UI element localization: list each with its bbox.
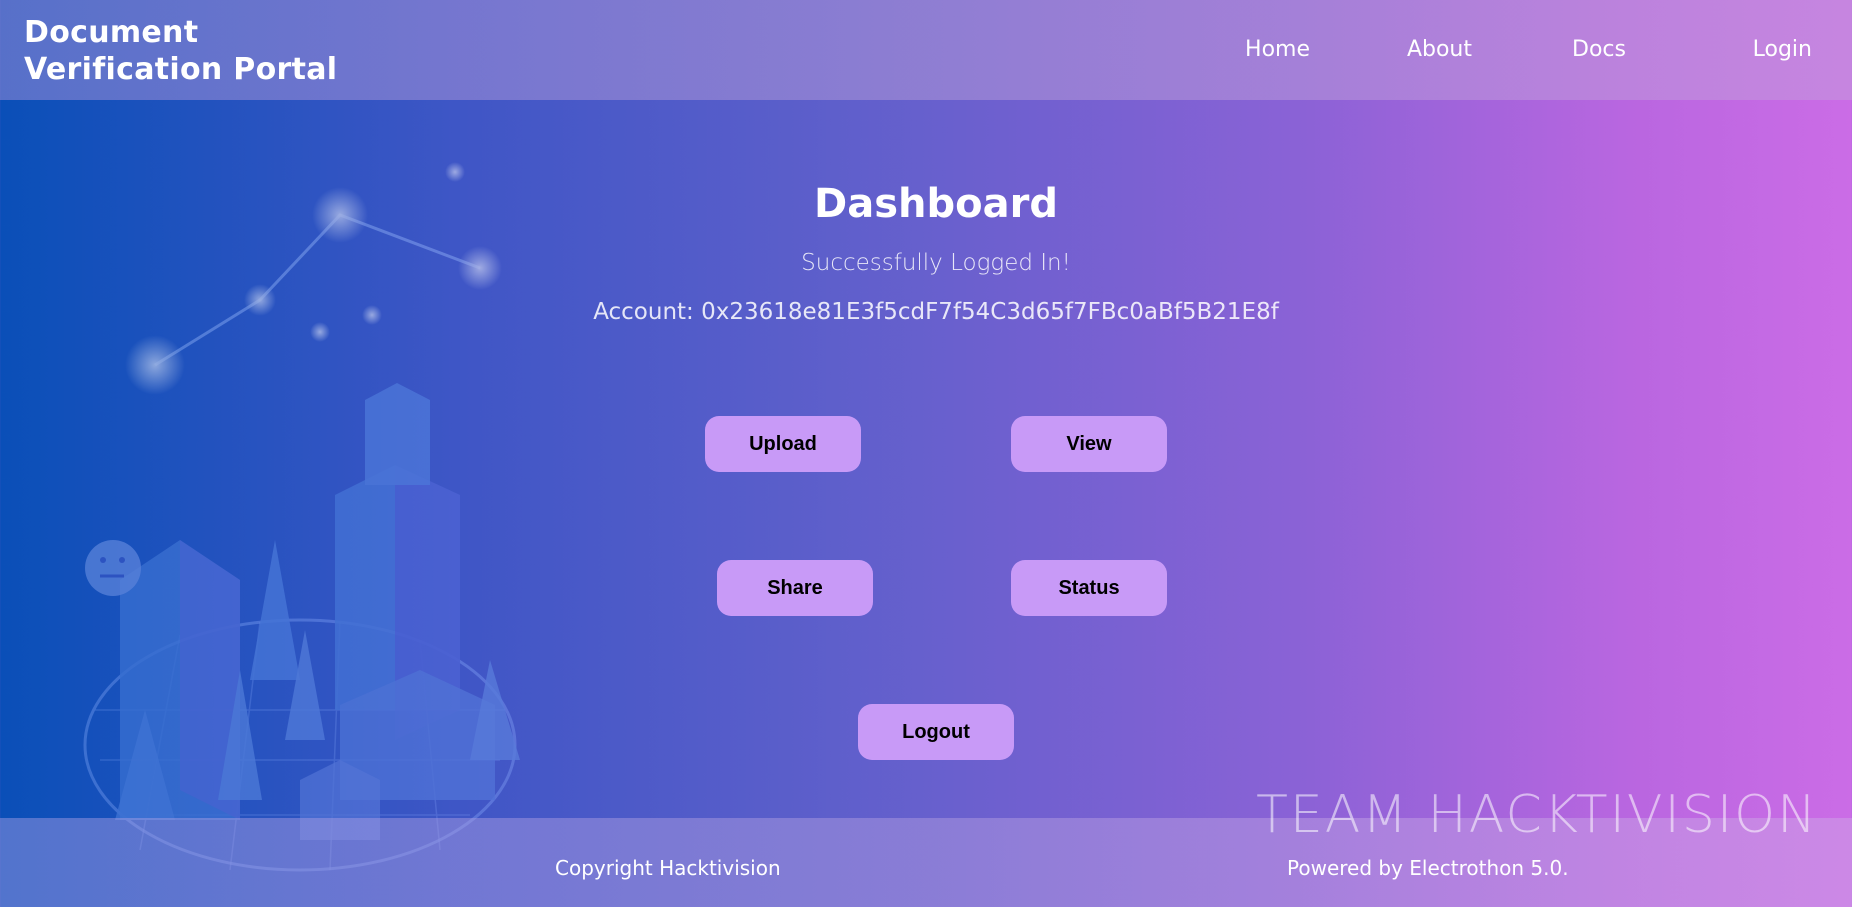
team-watermark: TEAM HACKTIVISION [1256, 785, 1818, 845]
site-logo[interactable]: Document Verification Portal [24, 14, 337, 88]
status-button[interactable]: Status [1011, 560, 1167, 616]
nav-docs[interactable]: Docs [1572, 37, 1626, 62]
nav-login[interactable]: Login [1753, 37, 1812, 62]
share-button[interactable]: Share [717, 560, 873, 616]
page-title: Dashboard [814, 181, 1058, 227]
upload-button[interactable]: Upload [705, 416, 861, 472]
nav-home[interactable]: Home [1245, 37, 1310, 62]
logout-button[interactable]: Logout [858, 704, 1014, 760]
nav-about[interactable]: About [1407, 37, 1472, 62]
login-status-message: Successfully Logged In! [801, 250, 1071, 276]
account-address: Account: 0x23618e81E3f5cdF7f54C3d65f7FBc… [593, 299, 1279, 325]
brand-line-1: Document [24, 15, 199, 50]
view-button[interactable]: View [1011, 416, 1167, 472]
constellation-icon [154, 213, 481, 367]
brand-line-2: Verification Portal [24, 52, 338, 87]
footer-powered-by: Powered by Electrothon 5.0. [1287, 856, 1569, 880]
footer-copyright: Copyright Hacktivision [555, 856, 781, 880]
site-header: Document Verification Portal Home About … [0, 0, 1852, 100]
